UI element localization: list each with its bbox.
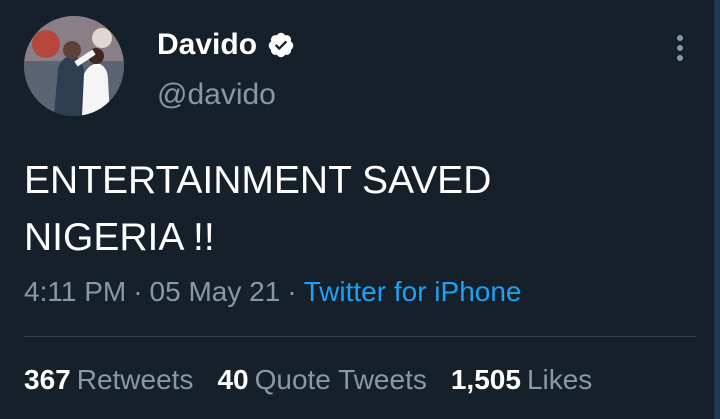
retweets-stat[interactable]: 367 Retweets [24, 362, 193, 398]
tweet-stats: 367 Retweets 40 Quote Tweets 1,505 Likes [24, 362, 616, 398]
author-name-row[interactable]: Davido [157, 26, 295, 64]
tweet-text: ENTERTAINMENT SAVED NIGERIA !! [24, 152, 664, 266]
tweet-text-line-1: ENTERTAINMENT SAVED [24, 159, 492, 202]
likes-stat[interactable]: 1,505 Likes [451, 362, 592, 398]
retweets-count: 367 [24, 364, 71, 395]
tweet-detail: Davido @davido ENTERTAINMENT SAVED NIGERI… [0, 0, 720, 419]
tweet-text-line-2: NIGERIA !! [24, 216, 215, 259]
quote-tweets-count: 40 [217, 364, 249, 395]
avatar[interactable] [24, 16, 124, 116]
tweet-source-link[interactable]: Twitter for iPhone [304, 276, 522, 307]
display-name[interactable]: Davido [157, 26, 257, 64]
likes-label: Likes [526, 364, 593, 395]
tweet-meta: 4:11 PM · 05 May 21 · Twitter for iPhone [24, 274, 521, 310]
retweets-label: Retweets [76, 364, 194, 395]
verified-badge-icon [267, 31, 295, 59]
tweet-date[interactable]: 05 May 21 [150, 276, 281, 307]
scrollbar[interactable] [714, 0, 720, 419]
meta-separator: · [287, 276, 297, 307]
divider [24, 336, 696, 337]
quote-tweets-label: Quote Tweets [254, 364, 427, 395]
meta-separator: · [133, 276, 143, 307]
likes-count: 1,505 [450, 364, 521, 395]
tweet-time[interactable]: 4:11 PM [24, 276, 126, 307]
quote-tweets-stat[interactable]: 40 Quote Tweets [217, 362, 426, 398]
more-vertical-icon[interactable] [670, 32, 690, 64]
author-handle[interactable]: @davido [157, 76, 276, 114]
